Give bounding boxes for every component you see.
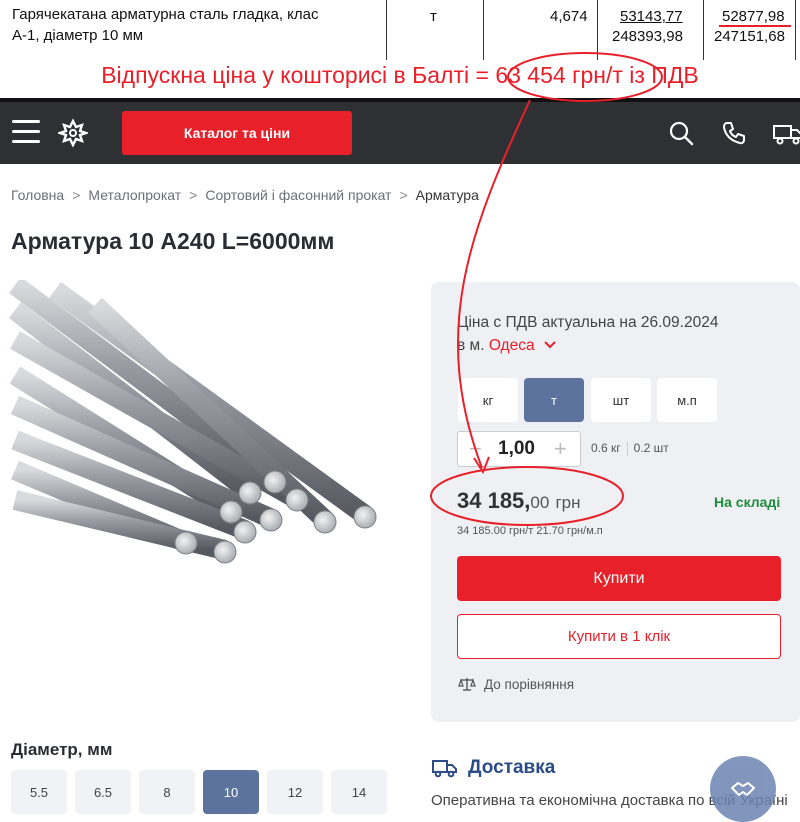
unit-button-kg[interactable]: кг [458, 378, 518, 422]
table-divider [483, 0, 484, 60]
qty-pcs: 0.2 шт [633, 441, 669, 455]
city-selector[interactable]: Одеса [489, 337, 535, 354]
estimate-price-2: 52877,98 [722, 8, 785, 25]
logo-icon[interactable] [58, 118, 88, 148]
quantity-stepper: − 1,00 + [457, 431, 581, 467]
red-underline [719, 25, 791, 27]
estimate-total-2: 247151,68 [714, 28, 785, 45]
page-title: Арматура 10 A240 L=6000мм [11, 228, 335, 254]
price-cents: 00 [530, 493, 550, 512]
breadcrumb-section[interactable]: Сортовий і фасонний прокат [205, 187, 391, 203]
chevron-down-icon[interactable] [543, 340, 557, 350]
price-currency: грн [555, 493, 581, 512]
price-value: 34 185,00 грн [457, 488, 581, 514]
product-image[interactable] [5, 280, 400, 580]
price-annotation: Відпускна ціна у кошторисі в Балті = 63 … [101, 62, 699, 88]
diameter-option[interactable]: 14 [331, 770, 387, 814]
qty-kg: 0.6 кг [591, 441, 621, 455]
site-header: Каталог та ціни [0, 102, 800, 164]
delivery-heading: Доставка [432, 757, 555, 779]
compare-link[interactable]: До порівняння [458, 676, 574, 692]
unit-button-pcs[interactable]: шт [591, 378, 651, 422]
phone-icon[interactable] [720, 119, 748, 147]
unit-button-t[interactable]: т [524, 378, 584, 422]
city-line: в м. Одеса [457, 334, 718, 357]
diameter-label: Діаметр, мм [11, 740, 113, 759]
menu-icon[interactable] [12, 120, 40, 144]
estimate-description-line1: Гарячекатана арматурна сталь гладка, кла… [12, 6, 319, 23]
breadcrumb-current: Арматура [415, 187, 479, 203]
chat-handshake-icon [731, 782, 755, 796]
price-note: Ціна с ПДВ актуальна на 26.09.2024 в м. … [457, 311, 718, 357]
catalog-button[interactable]: Каталог та ціни [122, 111, 352, 155]
truck-icon [432, 760, 457, 778]
delivery-truck-icon[interactable] [772, 119, 800, 147]
chat-widget-button[interactable] [710, 756, 776, 822]
diameter-option[interactable]: 12 [267, 770, 323, 814]
breadcrumb-separator: > [189, 187, 198, 203]
search-icon[interactable] [667, 119, 695, 147]
breadcrumb-metal[interactable]: Металопрокат [88, 187, 181, 203]
unit-button-mp[interactable]: м.п [657, 378, 717, 422]
diameter-option[interactable]: 6.5 [75, 770, 131, 814]
table-divider [597, 0, 598, 60]
breadcrumb-home[interactable]: Головна [11, 187, 64, 203]
diameter-option[interactable]: 8 [139, 770, 195, 814]
delivery-title: Доставка [468, 757, 556, 778]
city-prefix: в м. [457, 337, 485, 354]
diameter-option-active[interactable]: 10 [203, 770, 259, 814]
estimate-price-1: 53143,77 [620, 8, 683, 25]
estimate-description-line2: А-1, діаметр 10 мм [12, 27, 144, 44]
table-divider [386, 0, 387, 60]
table-divider [795, 0, 796, 60]
plus-icon[interactable]: + [554, 436, 567, 462]
quantity-equivalents: 0.6 кг 0.2 шт [591, 441, 669, 456]
buy-one-click-button[interactable]: Купити в 1 клік [457, 614, 781, 659]
price-date-note: Ціна с ПДВ актуальна на 26.09.2024 [457, 314, 719, 331]
compare-scales-icon [458, 678, 476, 691]
minus-icon[interactable]: − [469, 436, 482, 462]
breadcrumb: Головна > Металопрокат > Сортовий і фасонний… [11, 187, 479, 203]
breadcrumb-separator: > [72, 187, 81, 203]
estimate-quantity: 4,674 [550, 8, 588, 25]
estimate-table-row: Гарячекатана арматурна сталь гладка, кла… [0, 0, 800, 60]
diameter-option[interactable]: 5.5 [11, 770, 67, 814]
stock-status: На складі [714, 494, 781, 510]
compare-label: До порівняння [484, 676, 575, 692]
price-whole: 34 185, [457, 488, 531, 513]
table-divider [703, 0, 704, 60]
breadcrumb-separator: > [399, 187, 408, 203]
price-per-unit: 34 185.00 грн/т 21.70 грн/м.п [457, 525, 603, 537]
quantity-value[interactable]: 1,00 [498, 438, 535, 460]
buy-button[interactable]: Купити [457, 556, 781, 601]
estimate-total-1: 248393,98 [612, 28, 683, 45]
estimate-unit: т [430, 8, 437, 25]
